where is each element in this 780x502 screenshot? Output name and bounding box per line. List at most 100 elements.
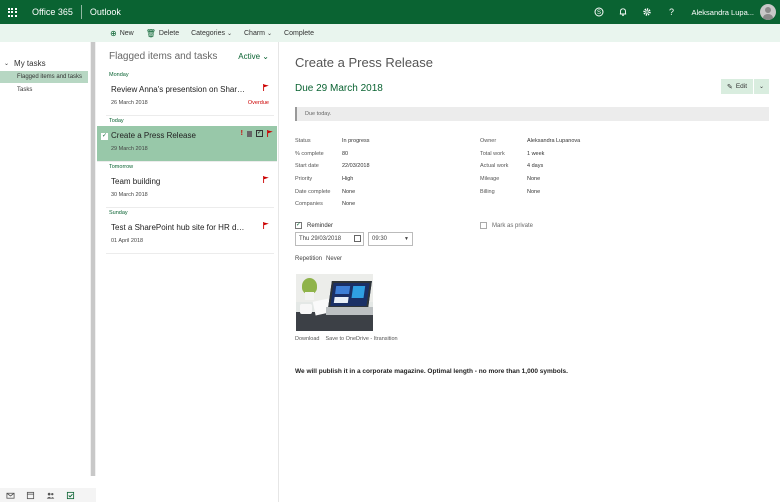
- property-value: High: [342, 176, 354, 183]
- reminder-date-field[interactable]: Thu 29/03/2018: [295, 232, 364, 246]
- property-value: None: [342, 188, 356, 195]
- task-title: Test a SharePoint hub site for HR de...: [111, 223, 246, 232]
- nav-header-label: My tasks: [14, 59, 46, 68]
- trash-icon: 🗑: [145, 28, 156, 38]
- task-list-header: Flagged items and tasks Active ⌄: [96, 42, 278, 70]
- complete-button[interactable]: Complete: [284, 30, 314, 37]
- categories-label: Categories: [191, 29, 225, 37]
- property-value: 4 days: [527, 163, 544, 170]
- charm-label: Charm: [244, 29, 266, 37]
- property-label: Actual work: [480, 163, 509, 170]
- property-value: None: [342, 201, 356, 208]
- app-launcher-icon[interactable]: [0, 0, 24, 24]
- reminder-date-value: Thu 29/03/2018: [299, 236, 342, 242]
- skype-icon[interactable]: S: [587, 0, 611, 24]
- property-label: % complete: [295, 150, 324, 157]
- nav-item-flagged[interactable]: Flagged items and tasks: [0, 71, 88, 83]
- edit-button[interactable]: ✎ Edit: [721, 79, 753, 94]
- people-icon[interactable]: [40, 491, 60, 500]
- task-date: 30 March 2018: [111, 192, 148, 198]
- property-value: 1 week: [527, 150, 545, 157]
- bell-icon[interactable]: [611, 0, 635, 24]
- list-item[interactable]: Test a SharePoint hub site for HR de... …: [106, 218, 274, 254]
- property-row: Date complete None: [295, 189, 370, 202]
- avatar[interactable]: [760, 4, 776, 20]
- chevron-down-icon: ⌄: [758, 84, 765, 90]
- task-actions: ! ✓: [237, 130, 273, 137]
- property-row: Actual work 4 days: [480, 163, 580, 176]
- filter-label: Active: [238, 51, 261, 61]
- private-toggle[interactable]: Mark as private: [480, 222, 533, 229]
- task-note: We will publish it in a corporate magazi…: [295, 368, 568, 375]
- attachment-image[interactable]: [296, 274, 373, 331]
- new-button-label: New: [119, 29, 134, 37]
- brand-name[interactable]: Office 365: [32, 5, 82, 19]
- property-label: Mileage: [480, 176, 500, 183]
- properties-right: Owner Aleksandra Lupanova Total work 1 wee…: [480, 138, 580, 201]
- reminder-checkbox[interactable]: ✓: [295, 222, 302, 229]
- property-label: Owner: [480, 138, 497, 144]
- property-row: Mileage None: [480, 176, 580, 189]
- due-date: Due 29 March 2018: [295, 83, 383, 94]
- checkbox-icon[interactable]: ✓: [101, 133, 108, 140]
- chevron-down-icon: ⌄: [267, 30, 273, 37]
- task-date: 29 March 2018: [111, 146, 148, 152]
- attachment-links: Download Save to OneDrive - Itransition: [295, 336, 404, 342]
- chevron-down-icon: ⌄: [4, 61, 10, 67]
- flag-icon[interactable]: [263, 84, 269, 91]
- list-item-selected[interactable]: ✓ Create a Press Release 29 March 2018 !…: [97, 126, 277, 162]
- user-name[interactable]: Aleksandra Lupa...: [691, 8, 754, 17]
- list-item[interactable]: Review Anna's presentsion on Share... 26…: [106, 80, 274, 116]
- task-title: Review Anna's presentsion on Share...: [111, 85, 246, 94]
- property-row: % complete 80: [295, 151, 370, 164]
- property-row: Billing None: [480, 189, 580, 202]
- reminder-time-select[interactable]: 09:30 ▼: [368, 232, 413, 246]
- trash-icon[interactable]: [247, 130, 252, 137]
- task-title: Team building: [111, 177, 161, 186]
- property-value: Aleksandra Lupanova: [527, 138, 581, 144]
- edit-more-button[interactable]: ⌄: [754, 79, 769, 94]
- filter-dropdown[interactable]: Active ⌄: [238, 52, 269, 61]
- nav-item-tasks[interactable]: Tasks: [0, 84, 90, 96]
- important-icon[interactable]: !: [241, 130, 243, 137]
- scroll-thumb[interactable]: [91, 42, 95, 476]
- new-button[interactable]: ⊕ New: [110, 29, 134, 38]
- property-row: Companies None: [295, 201, 370, 214]
- command-bar: ⊕ New 🗑 Delete Categories ⌄ Charm ⌄ Complete: [0, 24, 780, 42]
- save-to-onedrive-link[interactable]: Save to OneDrive - Itransition: [325, 336, 397, 342]
- categories-dropdown[interactable]: Categories ⌄: [191, 30, 232, 37]
- plus-icon: ⊕: [110, 28, 117, 38]
- property-label: Priority: [295, 176, 313, 183]
- calendar-icon[interactable]: [20, 491, 40, 500]
- mail-icon[interactable]: [0, 491, 20, 500]
- calendar-icon[interactable]: [354, 235, 361, 242]
- group-label: Monday: [109, 72, 129, 78]
- edit-button-label: Edit: [735, 83, 748, 90]
- app-name[interactable]: Outlook: [90, 7, 121, 17]
- page-title: Create a Press Release: [295, 55, 434, 70]
- charm-dropdown[interactable]: Charm ⌄: [244, 30, 272, 37]
- private-checkbox[interactable]: [480, 222, 487, 229]
- property-row: Start date 22/03/2018: [295, 163, 370, 176]
- repetition: Repetition Never: [295, 256, 346, 262]
- overdue-badge: Overdue: [247, 100, 269, 106]
- group-label: Tomorrow: [109, 164, 134, 170]
- download-link[interactable]: Download: [295, 336, 319, 342]
- task-detail: Create a Press Release Due 29 March 2018…: [280, 42, 780, 502]
- list-item[interactable]: Team building 30 March 2018: [106, 172, 274, 208]
- top-bar: Office 365 Outlook S ? Aleksandra Lupa..…: [0, 0, 780, 24]
- complete-icon[interactable]: ✓: [256, 130, 263, 137]
- flag-icon[interactable]: [263, 222, 269, 229]
- nav-header-my-tasks[interactable]: ⌄ My tasks: [0, 59, 90, 68]
- gear-icon[interactable]: [635, 0, 659, 24]
- property-label: Total work: [480, 150, 505, 157]
- property-label: Date complete: [295, 188, 331, 195]
- tasks-icon[interactable]: [60, 491, 80, 500]
- help-icon[interactable]: ?: [659, 0, 683, 24]
- flag-icon[interactable]: [263, 176, 269, 183]
- flag-icon[interactable]: [267, 130, 273, 137]
- task-title: Create a Press Release: [111, 131, 196, 140]
- chevron-down-icon: ▼: [404, 236, 409, 242]
- delete-button[interactable]: 🗑 Delete: [146, 29, 179, 38]
- reminder-toggle[interactable]: ✓ Reminder: [295, 222, 333, 229]
